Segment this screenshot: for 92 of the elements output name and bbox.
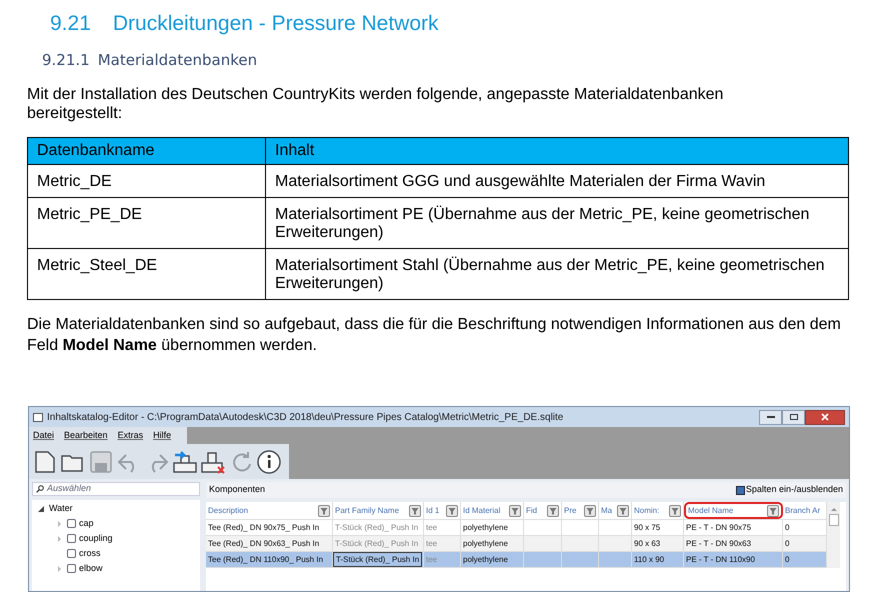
column-header[interactable]: Id Material [461, 502, 524, 519]
grid-cell-text: tee [425, 538, 438, 550]
grid-cell-text: tee [425, 554, 438, 566]
column-header[interactable]: Nomin: [632, 502, 684, 519]
close-button[interactable] [805, 410, 845, 424]
pipe-tee-arrow-icon[interactable] [172, 448, 198, 474]
grid-cell-text: Tee (Red)_ DN 110x90_ Push In [207, 554, 324, 566]
column-label: Pre [564, 504, 576, 516]
grid-cell-text: PE - T - DN 110x90 [685, 554, 756, 566]
subheading-number: 9.21.1 [42, 50, 90, 70]
table-cell: Materialsortiment GGG und ausgewählte Materialen der Firma Wavin [266, 164, 848, 198]
column-label: Fid [526, 504, 538, 516]
tree-item[interactable]: cap [79, 516, 94, 530]
column-header[interactable]: Description [206, 502, 333, 519]
collapse-triangle-icon[interactable] [38, 506, 44, 512]
column-header[interactable]: Fid [524, 502, 562, 519]
menu-item[interactable]: Hilfe [153, 428, 172, 442]
column-label: Id 1 [426, 504, 440, 516]
tree-item[interactable]: coupling [79, 532, 113, 546]
tree-item[interactable]: Water [49, 502, 73, 516]
column-label: Nomin: [634, 504, 660, 516]
search-icon [36, 485, 44, 493]
grid-cell-text: polyethylene [462, 538, 509, 550]
column-label: Description [208, 504, 248, 516]
columns-toggle-link[interactable]: Spalten ein-/ausblenden [746, 483, 843, 497]
column-label: Id Material [463, 504, 500, 516]
table-cell: Metric_PE_DE [28, 198, 266, 248]
column-label: Part Family Name [335, 504, 400, 516]
columns-icon [736, 486, 745, 494]
filter-icon[interactable] [509, 504, 521, 516]
column-label: Ma [601, 504, 612, 516]
grid-cell-text: 0 [784, 522, 790, 534]
checkbox[interactable] [67, 564, 76, 573]
filter-icon[interactable] [409, 504, 421, 516]
grid-cell-text: 110 x 90 [633, 554, 666, 566]
intro-paragraph: Mit der Installation des Deutschen CountryKits werden folgende, angepasste Materialdatenbanken bereitgestellt: [27, 85, 724, 123]
table-cell: Metric_DE [28, 164, 266, 198]
window-title: Inhaltskatalog-Editor - C:\ProgramData\Autodesk\C3D 2018\deu\Pressure Pipes Catalog\Metric\Metric_PE_DE.sqlite [47, 410, 564, 424]
grid-cell-text: Tee (Red)_ DN 90x63_ Push In [207, 538, 320, 550]
grid-cell-text: T-Stück (Red)_ Push In [334, 522, 420, 534]
maximize-button[interactable] [782, 410, 805, 424]
tree-item[interactable]: cross [79, 546, 101, 560]
grid-cell-text: polyethylene [462, 522, 509, 534]
column-header[interactable]: Pre [562, 502, 599, 519]
grid-cell-text: Tee (Red)_ DN 90x75_ Push In [207, 522, 320, 534]
minimize-button[interactable] [759, 410, 782, 424]
close-icon [821, 413, 829, 421]
info-icon[interactable] [256, 448, 282, 474]
grid-cell-text: T-Stück (Red)_ Push In [334, 538, 420, 550]
subheading-title: Materialdatenbanken [98, 50, 258, 70]
tree-item[interactable]: elbow [79, 562, 103, 576]
grid-cell-text: 0 [784, 538, 790, 550]
panel-title: Komponenten [209, 483, 266, 496]
checkbox[interactable] [67, 534, 76, 543]
filter-icon[interactable] [767, 504, 779, 516]
column-label: Branch Ar [785, 504, 820, 516]
grid-row[interactable]: Tee (Red)_ DN 110x90_ Push In T-Stück (Red)_ Push In tee polyethylene 110 x 90 PE - T - DN 110x90 0 [206, 552, 827, 568]
filter-icon[interactable] [318, 504, 330, 516]
menu-item[interactable]: Datei [33, 428, 54, 442]
heading-number: 9.21 [50, 11, 91, 37]
filter-icon[interactable] [584, 504, 596, 516]
column-header[interactable]: Part Family Name [333, 502, 424, 519]
checkbox[interactable] [67, 549, 76, 558]
table-header-cell: Datenbankname [28, 138, 266, 164]
checkbox[interactable] [67, 519, 76, 528]
table-cell: Metric_Steel_DE [28, 248, 266, 300]
grid-row[interactable]: Tee (Red)_ DN 90x63_ Push In T-Stück (Red)_ Push In tee polyethylene 90 x 63 PE - T - DN 90x63 0 [206, 536, 827, 552]
grid-cell-text: PE - T - DN 90x75 [685, 522, 752, 534]
note-paragraph: Die Materialdatenbanken sind so aufgebaut, dass die für die Beschriftung notwendigen Informationen aus den dem Feld Model Name übernommen werden. [27, 315, 842, 356]
menu-item[interactable]: Bearbeiten [64, 428, 108, 442]
filter-icon[interactable] [547, 504, 559, 516]
grid-row[interactable]: Tee (Red)_ DN 90x75_ Push In T-Stück (Red)_ Push In tee polyethylene 90 x 75 PE - T - DN 90x75 0 [206, 520, 827, 536]
filter-icon[interactable] [446, 504, 458, 516]
menu-item[interactable]: Extras [118, 428, 144, 442]
grid-cell-text: 90 x 75 [633, 522, 662, 534]
heading-title: Druckleitungen - Pressure Network [112, 11, 438, 37]
filter-icon[interactable] [669, 504, 681, 516]
table-cell: Materialsortiment PE (Übernahme aus der Metric_PE, keine geometrischen Erweiterungen) [266, 198, 848, 248]
table-cell: Materialsortiment Stahl (Übernahme aus der Metric_PE, keine geometrischen Erweiterungen) [266, 248, 848, 300]
app-icon [33, 412, 43, 422]
column-header[interactable]: Ma [599, 502, 632, 519]
column-header[interactable]: Id 1 [424, 502, 461, 519]
grid-cell-text: polyethylene [462, 554, 509, 566]
grid-cell-text: tee [425, 522, 438, 534]
grid-cell: T-Stück (Red)_ Push In [333, 552, 422, 567]
filter-icon[interactable] [617, 504, 629, 516]
grid-cell-text: 0 [784, 554, 790, 566]
column-label: Model Name [688, 504, 734, 516]
grid-cell-text: 90 x 63 [633, 538, 662, 550]
scrollbar[interactable] [827, 502, 840, 568]
grid-cell-text: PE - T - DN 90x63 [685, 538, 752, 550]
table-header-cell: Inhalt [266, 138, 848, 164]
